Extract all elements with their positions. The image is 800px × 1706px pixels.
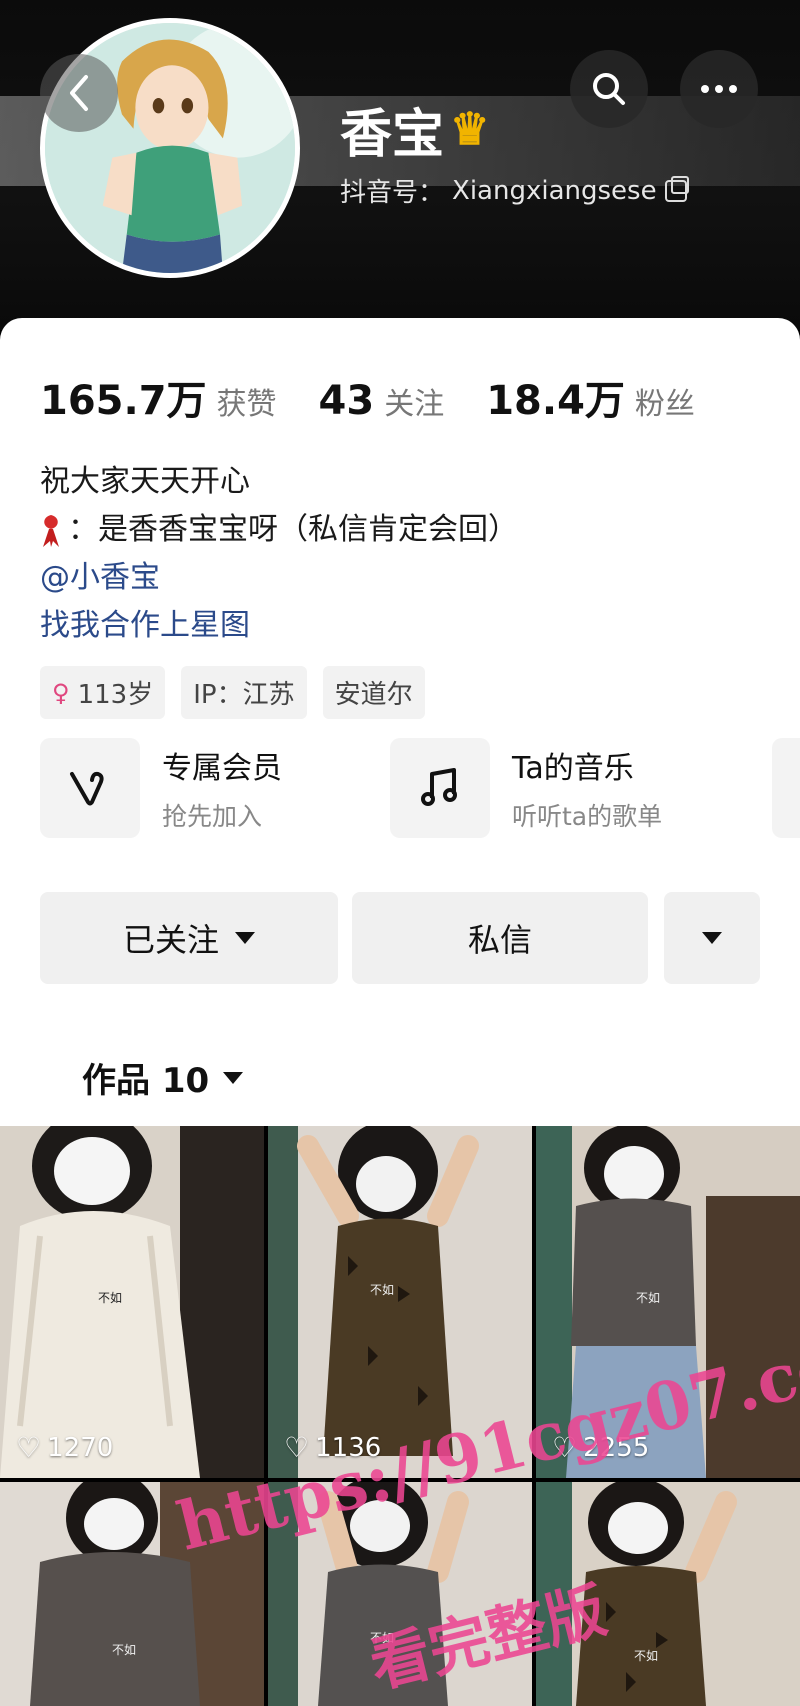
back-button[interactable] bbox=[40, 54, 118, 132]
caret-down-icon bbox=[223, 1071, 244, 1084]
membership-card[interactable]: 专属会员 抢先加入 bbox=[40, 738, 282, 838]
profile-card: 165.7万 获赞 43 关注 18.4万 粉丝 祝大家天天开心 ：是香香宝宝呀… bbox=[0, 318, 800, 1126]
nickname: 香宝 ♛ bbox=[340, 92, 489, 167]
back-chevron-icon bbox=[70, 75, 88, 111]
video-tile[interactable]: 不如 ♡ 1270 bbox=[0, 1126, 264, 1478]
music-card[interactable]: Ta的音乐 听听ta的歌单 bbox=[390, 738, 662, 838]
red-ribbon-icon bbox=[43, 514, 59, 547]
heart-icon: ♡ bbox=[16, 1431, 42, 1464]
message-label: 私信 bbox=[467, 921, 532, 959]
collab-link[interactable]: 找我合作上星图 bbox=[40, 602, 518, 650]
tab-works[interactable]: 作品 10 bbox=[82, 1053, 244, 1102]
ip-text: IP：江苏 bbox=[193, 680, 295, 710]
feature-title: 专属会员 bbox=[162, 751, 282, 786]
stat-label: 粉丝 bbox=[634, 387, 695, 422]
profile-header: 香宝 ♛ 抖音号： Xiangxiangsese bbox=[0, 0, 800, 330]
svg-text:不如: 不如 bbox=[112, 1642, 136, 1657]
female-icon: ♀ bbox=[52, 678, 70, 707]
profile-tags: ♀ 113岁 IP：江苏 安道尔 bbox=[40, 666, 425, 719]
caret-down-icon bbox=[235, 932, 255, 944]
mention-link[interactable]: @小香宝 bbox=[40, 554, 518, 602]
more-dots-icon bbox=[701, 85, 737, 93]
message-button[interactable]: 私信 bbox=[352, 892, 648, 984]
copy-icon[interactable] bbox=[664, 175, 689, 202]
search-icon bbox=[593, 73, 625, 105]
feature-subtitle: 抢先加入 bbox=[162, 802, 263, 831]
bio: 祝大家天天开心 ：是香香宝宝呀（私信肯定会回） @小香宝 找我合作上星图 bbox=[40, 458, 518, 650]
nickname-text: 香宝 bbox=[340, 104, 445, 165]
svg-text:不如: 不如 bbox=[636, 1290, 660, 1305]
location-text: 安道尔 bbox=[334, 680, 413, 710]
bio-line-2-text: ：是香香宝宝呀（私信肯定会回） bbox=[68, 512, 518, 547]
stat-likes[interactable]: 165.7万 获赞 bbox=[40, 368, 277, 426]
membership-v-icon bbox=[40, 738, 140, 838]
crown-icon: ♛ bbox=[450, 104, 490, 155]
feature-title: Ta的音乐 bbox=[512, 751, 634, 786]
caret-down-icon bbox=[702, 932, 722, 944]
svg-text:不如: 不如 bbox=[370, 1282, 394, 1297]
douyin-id-value: Xiangxiangsese bbox=[452, 175, 657, 206]
works-label: 作品 10 bbox=[82, 1061, 210, 1101]
stats-row: 165.7万 获赞 43 关注 18.4万 粉丝 bbox=[40, 368, 695, 426]
like-count: ♡ 1270 bbox=[16, 1431, 113, 1464]
more-button[interactable] bbox=[680, 50, 758, 128]
douyin-id: 抖音号： Xiangxiangsese bbox=[340, 172, 689, 209]
stat-following[interactable]: 43 关注 bbox=[319, 378, 445, 424]
next-feature-card-edge[interactable] bbox=[772, 738, 800, 838]
age-text: 113岁 bbox=[77, 680, 154, 710]
bio-line-1: 祝大家天天开心 bbox=[40, 464, 250, 499]
douyin-id-label: 抖音号： bbox=[340, 178, 445, 208]
action-buttons: 已关注 私信 bbox=[40, 892, 760, 984]
search-button[interactable] bbox=[570, 50, 648, 128]
like-count-text: 1270 bbox=[47, 1432, 114, 1463]
video-thumbnail: 不如 bbox=[0, 1126, 264, 1478]
stat-value: 43 bbox=[318, 378, 375, 424]
feature-cards: 专属会员 抢先加入 Ta的音乐 听听ta的歌单 bbox=[40, 738, 800, 848]
music-note-icon bbox=[390, 738, 490, 838]
bio-line-2: ：是香香宝宝呀（私信肯定会回） bbox=[40, 506, 518, 554]
following-label: 已关注 bbox=[122, 921, 219, 959]
ip-tag: IP：江苏 bbox=[181, 666, 307, 719]
stat-followers[interactable]: 18.4万 粉丝 bbox=[486, 368, 695, 426]
stat-value: 165.7万 bbox=[40, 378, 207, 424]
following-button[interactable]: 已关注 bbox=[40, 892, 338, 984]
stat-label: 获赞 bbox=[216, 387, 277, 422]
location-tag: 安道尔 bbox=[322, 666, 425, 719]
svg-text:不如: 不如 bbox=[98, 1290, 122, 1305]
feature-subtitle: 听听ta的歌单 bbox=[512, 802, 663, 831]
stat-value: 18.4万 bbox=[486, 378, 625, 424]
age-tag: ♀ 113岁 bbox=[40, 666, 166, 719]
stat-label: 关注 bbox=[384, 387, 445, 422]
svg-text:不如: 不如 bbox=[634, 1648, 658, 1663]
more-actions-button[interactable] bbox=[664, 892, 760, 984]
